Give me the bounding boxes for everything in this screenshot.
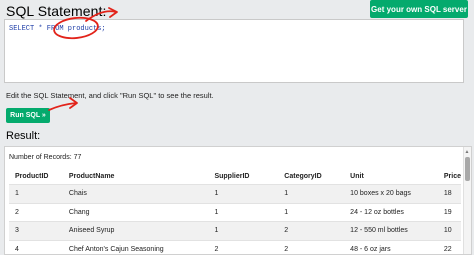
table-cell: 1 — [208, 184, 279, 203]
scroll-up-arrow-icon[interactable]: ▲ — [464, 149, 470, 155]
table-cell: 3 — [9, 221, 63, 240]
table-cell: 1 — [208, 221, 279, 240]
table-row: 1 Chais 1 1 10 boxes x 20 bags 18 — [9, 184, 461, 203]
table-cell: 4 — [9, 239, 63, 254]
result-heading: Result: — [6, 130, 41, 142]
table-cell: 1 — [9, 184, 63, 203]
table-cell: Chef Anton's Cajun Seasoning — [62, 239, 209, 254]
table-cell: 24 - 12 oz bottles — [344, 202, 438, 222]
table-row: 2 Chang 1 1 24 - 12 oz bottles 19 — [9, 202, 461, 222]
sql-editor[interactable]: SELECT * FROM products; — [4, 19, 464, 83]
column-header: Price — [437, 168, 461, 185]
table-cell: 2 — [9, 202, 63, 222]
column-header: ProductID — [9, 168, 63, 185]
column-header: CategoryID — [278, 168, 345, 185]
instruction-text: Edit the SQL Statement, and click "Run S… — [6, 91, 214, 100]
sql-statement-heading: SQL Statement: — [6, 3, 107, 19]
table-row: 3 Aniseed Syrup 1 2 12 - 550 ml bottles … — [9, 221, 461, 240]
table-header-row: ProductID ProductName SupplierID Categor… — [9, 168, 461, 185]
table-cell: 2 — [278, 221, 345, 240]
table-cell: 48 - 6 oz jars — [344, 239, 438, 254]
table-cell: 1 — [278, 184, 345, 203]
column-header: SupplierID — [208, 168, 279, 185]
result-panel: Number of Records: 77 ProductID ProductN… — [4, 146, 472, 255]
table-cell: 18 — [437, 184, 461, 203]
table-cell: 10 boxes x 20 bags — [344, 184, 438, 203]
get-own-sql-server-button[interactable]: Get your own SQL server — [370, 0, 468, 18]
arrow-head-top — [108, 7, 118, 18]
table-cell: 2 — [208, 239, 279, 254]
table-cell: Chang — [62, 202, 209, 222]
arrow-line-run — [48, 102, 77, 111]
result-table: ProductID ProductName SupplierID Categor… — [9, 168, 461, 254]
table-cell: Chais — [62, 184, 209, 203]
run-sql-button[interactable]: Run SQL » — [6, 108, 50, 123]
table-cell: 19 — [437, 202, 461, 222]
record-count: Number of Records: 77 — [9, 154, 82, 161]
column-header: Unit — [344, 168, 438, 185]
table-cell: 22 — [437, 239, 461, 254]
result-scrollbar[interactable]: ▲ — [463, 147, 471, 254]
table-cell: 1 — [278, 202, 345, 222]
table-row: 4 Chef Anton's Cajun Seasoning 2 2 48 - … — [9, 239, 461, 254]
table-cell: 1 — [208, 202, 279, 222]
table-cell: Aniseed Syrup — [62, 221, 209, 240]
table-cell: 10 — [437, 221, 461, 240]
table-cell: 2 — [278, 239, 345, 254]
table-cell: 12 - 550 ml bottles — [344, 221, 438, 240]
column-header: ProductName — [62, 168, 209, 185]
scrollbar-thumb[interactable] — [465, 157, 470, 181]
